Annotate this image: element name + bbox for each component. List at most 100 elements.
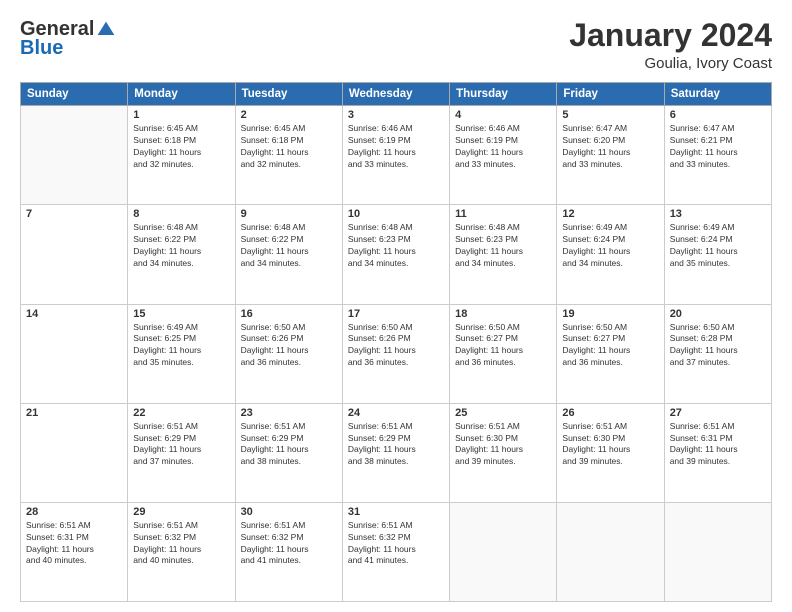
day-info: Sunrise: 6:51 AM Sunset: 6:32 PM Dayligh… xyxy=(133,520,229,568)
day-number: 31 xyxy=(348,506,444,518)
table-row: 9Sunrise: 6:48 AM Sunset: 6:22 PM Daylig… xyxy=(235,205,342,304)
table-row: 3 Sunrise: 6:46 AM Sunset: 6:19 PM Daylig… xyxy=(342,106,449,205)
calendar-week-row: 14 15 Sunrise: 6:49 AM Sunset: 6:25 PM Day… xyxy=(21,304,772,403)
day-number: 6 xyxy=(670,109,766,121)
table-row: 27 Sunrise: 6:51 AM Sunset: 6:31 PM Dayli… xyxy=(664,403,771,502)
day-number: 28 xyxy=(26,506,122,518)
title-section: January 2024 Goulia, Ivory Coast xyxy=(569,18,772,72)
day-info: Sunrise: 6:51 AM Sunset: 6:29 PM Dayligh… xyxy=(348,421,444,469)
day-number: 4 xyxy=(455,109,551,121)
calendar-week-row: 21 22 Sunrise: 6:51 AM Sunset: 6:29 PM Day… xyxy=(21,403,772,502)
day-info: Sunrise: 6:45 AM Sunset: 6:18 PM Dayligh… xyxy=(241,123,337,171)
table-row: 13 Sunrise: 6:49 AM Sunset: 6:24 PM Dayli… xyxy=(664,205,771,304)
day-info: Sunrise: 6:51 AM Sunset: 6:31 PM Dayligh… xyxy=(26,520,122,568)
table-row: 8Sunrise: 6:48 AM Sunset: 6:22 PM Daylig… xyxy=(128,205,235,304)
day-info: Sunrise: 6:51 AM Sunset: 6:30 PM Dayligh… xyxy=(455,421,551,469)
day-info: Sunrise: 6:50 AM Sunset: 6:26 PM Dayligh… xyxy=(241,322,337,370)
day-number: 2 xyxy=(241,109,337,121)
day-number: 22 xyxy=(133,407,229,419)
day-info: Sunrise: 6:45 AM Sunset: 6:18 PM Dayligh… xyxy=(133,123,229,171)
day-number: 30 xyxy=(241,506,337,518)
day-number: 10 xyxy=(348,208,444,220)
table-row: 30 Sunrise: 6:51 AM Sunset: 6:32 PM Dayli… xyxy=(235,502,342,601)
day-number: 1 xyxy=(133,109,229,121)
table-row: 23 Sunrise: 6:51 AM Sunset: 6:29 PM Dayli… xyxy=(235,403,342,502)
logo-icon xyxy=(96,20,116,40)
day-info: Sunrise: 6:51 AM Sunset: 6:29 PM Dayligh… xyxy=(241,421,337,469)
day-info: Sunrise: 6:50 AM Sunset: 6:26 PM Dayligh… xyxy=(348,322,444,370)
table-row: 7 xyxy=(21,205,128,304)
table-row xyxy=(557,502,664,601)
page: General Blue January 2024 Goulia, Ivory … xyxy=(0,0,792,612)
table-row: 26Sunrise: 6:51 AM Sunset: 6:30 PM Dayli… xyxy=(557,403,664,502)
header: General Blue January 2024 Goulia, Ivory … xyxy=(20,18,772,72)
table-row: 25 Sunrise: 6:51 AM Sunset: 6:30 PM Dayli… xyxy=(450,403,557,502)
day-number: 12 xyxy=(562,208,658,220)
table-row: 15 Sunrise: 6:49 AM Sunset: 6:25 PM Dayli… xyxy=(128,304,235,403)
header-monday: Monday xyxy=(128,83,235,106)
table-row: 28 Sunrise: 6:51 AM Sunset: 6:31 PM Dayli… xyxy=(21,502,128,601)
day-number: 11 xyxy=(455,208,551,220)
table-row: 5 Sunrise: 6:47 AM Sunset: 6:20 PM Daylig… xyxy=(557,106,664,205)
calendar-week-row: 28 Sunrise: 6:51 AM Sunset: 6:31 PM Dayli… xyxy=(21,502,772,601)
day-info: Sunrise: 6:49 AM Sunset: 6:25 PM Dayligh… xyxy=(133,322,229,370)
day-info: Sunrise: 6:50 AM Sunset: 6:28 PM Dayligh… xyxy=(670,322,766,370)
day-info: Sunrise: 6:47 AM Sunset: 6:21 PM Dayligh… xyxy=(670,123,766,171)
table-row: 12Sunrise: 6:49 AM Sunset: 6:24 PM Dayli… xyxy=(557,205,664,304)
day-number: 15 xyxy=(133,308,229,320)
table-row: 6 Sunrise: 6:47 AM Sunset: 6:21 PM Daylig… xyxy=(664,106,771,205)
day-info: Sunrise: 6:47 AM Sunset: 6:20 PM Dayligh… xyxy=(562,123,658,171)
calendar-table: Sunday Monday Tuesday Wednesday Thursday… xyxy=(20,82,772,602)
day-info: Sunrise: 6:48 AM Sunset: 6:23 PM Dayligh… xyxy=(455,222,551,270)
day-info: Sunrise: 6:50 AM Sunset: 6:27 PM Dayligh… xyxy=(562,322,658,370)
day-number: 26 xyxy=(562,407,658,419)
day-info: Sunrise: 6:51 AM Sunset: 6:31 PM Dayligh… xyxy=(670,421,766,469)
weekday-header-row: Sunday Monday Tuesday Wednesday Thursday… xyxy=(21,83,772,106)
location-title: Goulia, Ivory Coast xyxy=(569,55,772,72)
table-row: 10 Sunrise: 6:48 AM Sunset: 6:23 PM Dayli… xyxy=(342,205,449,304)
table-row: 14 xyxy=(21,304,128,403)
table-row: 18Sunrise: 6:50 AM Sunset: 6:27 PM Dayli… xyxy=(450,304,557,403)
header-wednesday: Wednesday xyxy=(342,83,449,106)
day-number: 18 xyxy=(455,308,551,320)
day-number: 24 xyxy=(348,407,444,419)
day-info: Sunrise: 6:48 AM Sunset: 6:22 PM Dayligh… xyxy=(133,222,229,270)
table-row xyxy=(21,106,128,205)
day-number: 14 xyxy=(26,308,122,320)
day-number: 25 xyxy=(455,407,551,419)
day-number: 29 xyxy=(133,506,229,518)
calendar-week-row: 7 8Sunrise: 6:48 AM Sunset: 6:22 PM Dayli… xyxy=(21,205,772,304)
day-number: 23 xyxy=(241,407,337,419)
day-number: 27 xyxy=(670,407,766,419)
table-row xyxy=(450,502,557,601)
day-info: Sunrise: 6:51 AM Sunset: 6:32 PM Dayligh… xyxy=(241,520,337,568)
day-number: 16 xyxy=(241,308,337,320)
header-tuesday: Tuesday xyxy=(235,83,342,106)
day-info: Sunrise: 6:46 AM Sunset: 6:19 PM Dayligh… xyxy=(348,123,444,171)
day-info: Sunrise: 6:49 AM Sunset: 6:24 PM Dayligh… xyxy=(670,222,766,270)
logo-blue: Blue xyxy=(20,37,63,60)
day-info: Sunrise: 6:48 AM Sunset: 6:23 PM Dayligh… xyxy=(348,222,444,270)
table-row: 2 Sunrise: 6:45 AM Sunset: 6:18 PM Daylig… xyxy=(235,106,342,205)
day-info: Sunrise: 6:51 AM Sunset: 6:32 PM Dayligh… xyxy=(348,520,444,568)
day-number: 7 xyxy=(26,208,122,220)
day-number: 21 xyxy=(26,407,122,419)
table-row: 16 Sunrise: 6:50 AM Sunset: 6:26 PM Dayli… xyxy=(235,304,342,403)
header-thursday: Thursday xyxy=(450,83,557,106)
day-info: Sunrise: 6:48 AM Sunset: 6:22 PM Dayligh… xyxy=(241,222,337,270)
calendar-week-row: 1 Sunrise: 6:45 AM Sunset: 6:18 PM Daylig… xyxy=(21,106,772,205)
day-number: 13 xyxy=(670,208,766,220)
day-number: 3 xyxy=(348,109,444,121)
table-row: 19 Sunrise: 6:50 AM Sunset: 6:27 PM Dayli… xyxy=(557,304,664,403)
day-number: 5 xyxy=(562,109,658,121)
table-row: 20 Sunrise: 6:50 AM Sunset: 6:28 PM Dayli… xyxy=(664,304,771,403)
logo: General Blue xyxy=(20,18,116,60)
day-number: 20 xyxy=(670,308,766,320)
table-row: 24 Sunrise: 6:51 AM Sunset: 6:29 PM Dayli… xyxy=(342,403,449,502)
day-number: 19 xyxy=(562,308,658,320)
table-row: 1 Sunrise: 6:45 AM Sunset: 6:18 PM Daylig… xyxy=(128,106,235,205)
table-row xyxy=(664,502,771,601)
month-title: January 2024 xyxy=(569,18,772,53)
table-row: 17Sunrise: 6:50 AM Sunset: 6:26 PM Dayli… xyxy=(342,304,449,403)
header-friday: Friday xyxy=(557,83,664,106)
